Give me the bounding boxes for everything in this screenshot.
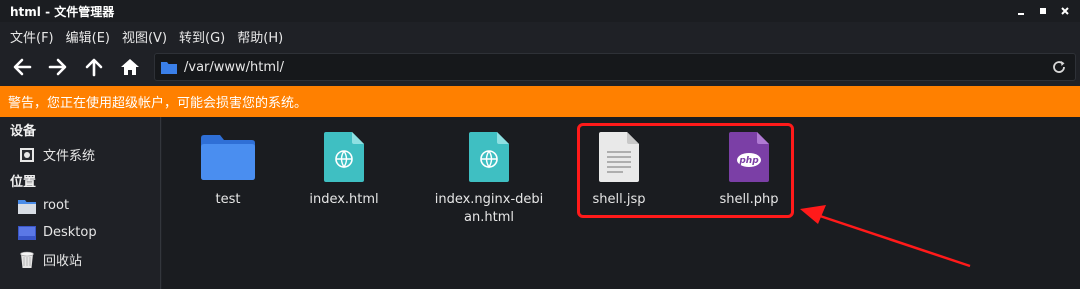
sidebar-item-desktop[interactable]: Desktop [0, 219, 160, 246]
up-arrow-icon [85, 58, 103, 77]
warning-text: 警告，您正在使用超级帐户，可能会损害您的系统。 [8, 96, 308, 111]
file-name: index.nginx-debian.html [434, 192, 544, 225]
folder-icon [200, 129, 256, 185]
sidebar-item-root[interactable]: root [0, 192, 160, 219]
maximize-icon [1040, 8, 1046, 14]
drive-icon [18, 146, 36, 164]
sidebar-item-label: 文件系统 [43, 149, 96, 164]
forward-button[interactable] [42, 52, 74, 82]
sidebar-item-label: 回收站 [43, 254, 83, 269]
root-warning-bar: 警告，您正在使用超级帐户，可能会损害您的系统。 [0, 86, 1080, 117]
minimize-button[interactable] [1012, 2, 1030, 20]
back-arrow-icon [13, 58, 32, 76]
menu-file[interactable]: 文件(F) [4, 24, 60, 48]
sidebar-item-label: root [43, 198, 70, 213]
menu-help[interactable]: 帮助(H) [231, 24, 289, 48]
forward-arrow-icon [48, 58, 67, 76]
sidebar-item-label: Desktop [43, 225, 97, 240]
window-controls [1012, 0, 1074, 22]
menu-go[interactable]: 转到(G) [173, 24, 231, 48]
html-file-icon [316, 129, 372, 185]
file-name: test [215, 192, 241, 207]
sidebar-item-trash[interactable]: 回收站 [0, 246, 160, 273]
home-button[interactable] [114, 52, 146, 82]
minimize-icon [1018, 13, 1024, 15]
sidebar-places-title: 位置 [10, 174, 37, 190]
back-button[interactable] [6, 52, 38, 82]
location-bar[interactable]: /var/www/html/ [154, 53, 1076, 81]
toolbar: /var/www/html/ [0, 50, 1080, 84]
close-button[interactable] [1056, 2, 1074, 20]
annotation-highlight-box [577, 123, 794, 218]
sidebar-devices-title: 设备 [10, 123, 37, 139]
menu-bar: 文件(F) 编辑(E) 视图(V) 转到(G) 帮助(H) [0, 22, 1080, 50]
menu-edit[interactable]: 编辑(E) [60, 24, 116, 48]
close-icon [1061, 7, 1069, 15]
location-path[interactable]: /var/www/html/ [184, 60, 284, 75]
file-item-index-html[interactable]: index.html [289, 129, 399, 209]
sidebar: 设备 文件系统 位置 root Desktop 回收站 [0, 117, 161, 289]
maximize-button[interactable] [1034, 2, 1052, 20]
reload-icon[interactable] [1051, 59, 1067, 75]
file-name: index.html [309, 192, 379, 207]
menu-view[interactable]: 视图(V) [116, 24, 173, 48]
folder-icon [161, 61, 177, 74]
file-item-index-nginx-debian-html[interactable]: index.nginx-debian.html [434, 129, 544, 227]
home-icon [121, 59, 139, 75]
sidebar-item-filesystem[interactable]: 文件系统 [0, 141, 160, 168]
desktop-icon [18, 224, 36, 242]
up-button[interactable] [78, 52, 110, 82]
title-bar: html - 文件管理器 [0, 0, 1080, 22]
file-item-test[interactable]: test [173, 129, 283, 209]
trash-icon [18, 251, 36, 269]
home-folder-icon [18, 197, 36, 215]
html-file-icon [461, 129, 517, 185]
window-title: html - 文件管理器 [10, 4, 115, 19]
